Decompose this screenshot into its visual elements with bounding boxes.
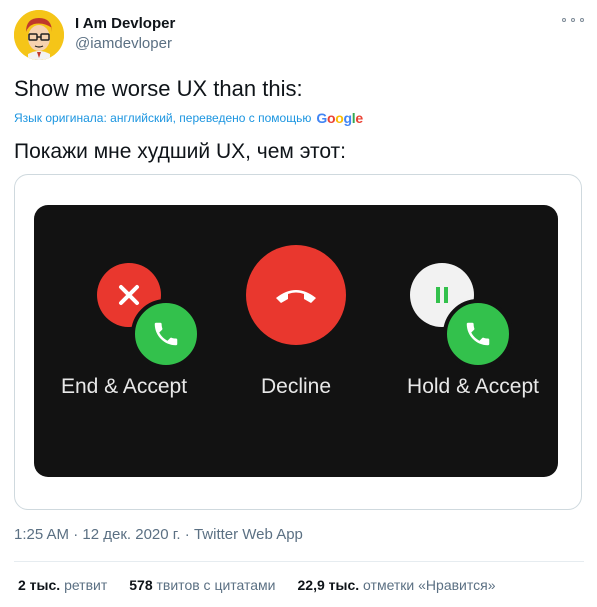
end-accept-option: End & Accept xyxy=(39,205,209,477)
author-handle[interactable]: @iamdevloper xyxy=(75,35,172,52)
end-accept-label: End & Accept xyxy=(60,375,188,398)
tweet-text: Show me worse UX than this: xyxy=(14,76,303,101)
meta-separator: · xyxy=(73,526,79,543)
media-card[interactable]: End & Accept Decline Hold & Accept xyxy=(14,174,582,510)
avatar[interactable] xyxy=(14,10,64,60)
pause-icon xyxy=(436,287,448,303)
hold-accept-option: Hold & Accept xyxy=(388,205,558,477)
decline-option: Decline xyxy=(211,205,381,477)
decline-label: Decline xyxy=(260,375,332,398)
retweets-count: 2 тыс. xyxy=(18,577,61,593)
tweet-source[interactable]: Twitter Web App xyxy=(194,526,303,543)
author-display-name[interactable]: I Am Devloper xyxy=(75,15,175,32)
quotes-count: 578 xyxy=(129,577,153,593)
translation-note[interactable]: Язык оригинала: английский, переведено с… xyxy=(14,110,363,126)
quotes-stat[interactable]: 578 твитов с цитатами xyxy=(129,577,275,593)
phone-icon xyxy=(154,322,178,346)
likes-label: отметки «Нравится» xyxy=(363,577,496,593)
close-icon xyxy=(119,285,139,305)
translation-note-text: Язык оригинала: английский, переведено с… xyxy=(14,111,312,125)
likes-count: 22,9 тыс. xyxy=(297,577,360,593)
phone-icon xyxy=(466,322,490,346)
tweet-meta: 1:25 AM · 12 дек. 2020 г. · Twitter Web … xyxy=(14,526,303,543)
decline-button xyxy=(246,245,346,345)
tweet-stats: 2 тыс. ретвит 578 твитов с цитатами 22,9… xyxy=(18,577,495,593)
google-logo: Google xyxy=(316,110,363,126)
tweet-date[interactable]: 12 дек. 2020 г. xyxy=(82,526,180,543)
tweet-header: I Am Devloper @iamdevloper xyxy=(14,10,584,62)
call-screen-image: End & Accept Decline Hold & Accept xyxy=(34,205,558,477)
divider xyxy=(14,561,584,562)
hold-accept-label: Hold & Accept xyxy=(407,375,539,398)
accept-call-button xyxy=(443,299,513,369)
hangup-icon xyxy=(276,290,316,303)
tweet-time[interactable]: 1:25 AM xyxy=(14,526,69,543)
meta-separator: · xyxy=(184,526,190,543)
likes-stat[interactable]: 22,9 тыс. отметки «Нравится» xyxy=(298,577,496,593)
avatar-illustration xyxy=(14,10,64,60)
translated-text: Покажи мне худший UX, чем этот: xyxy=(14,140,347,163)
quotes-label: твитов с цитатами xyxy=(156,577,276,593)
accept-call-button xyxy=(131,299,201,369)
more-options-icon[interactable] xyxy=(562,12,584,28)
retweets-label: ретвит xyxy=(64,577,108,593)
retweets-stat[interactable]: 2 тыс. ретвит xyxy=(18,577,107,593)
